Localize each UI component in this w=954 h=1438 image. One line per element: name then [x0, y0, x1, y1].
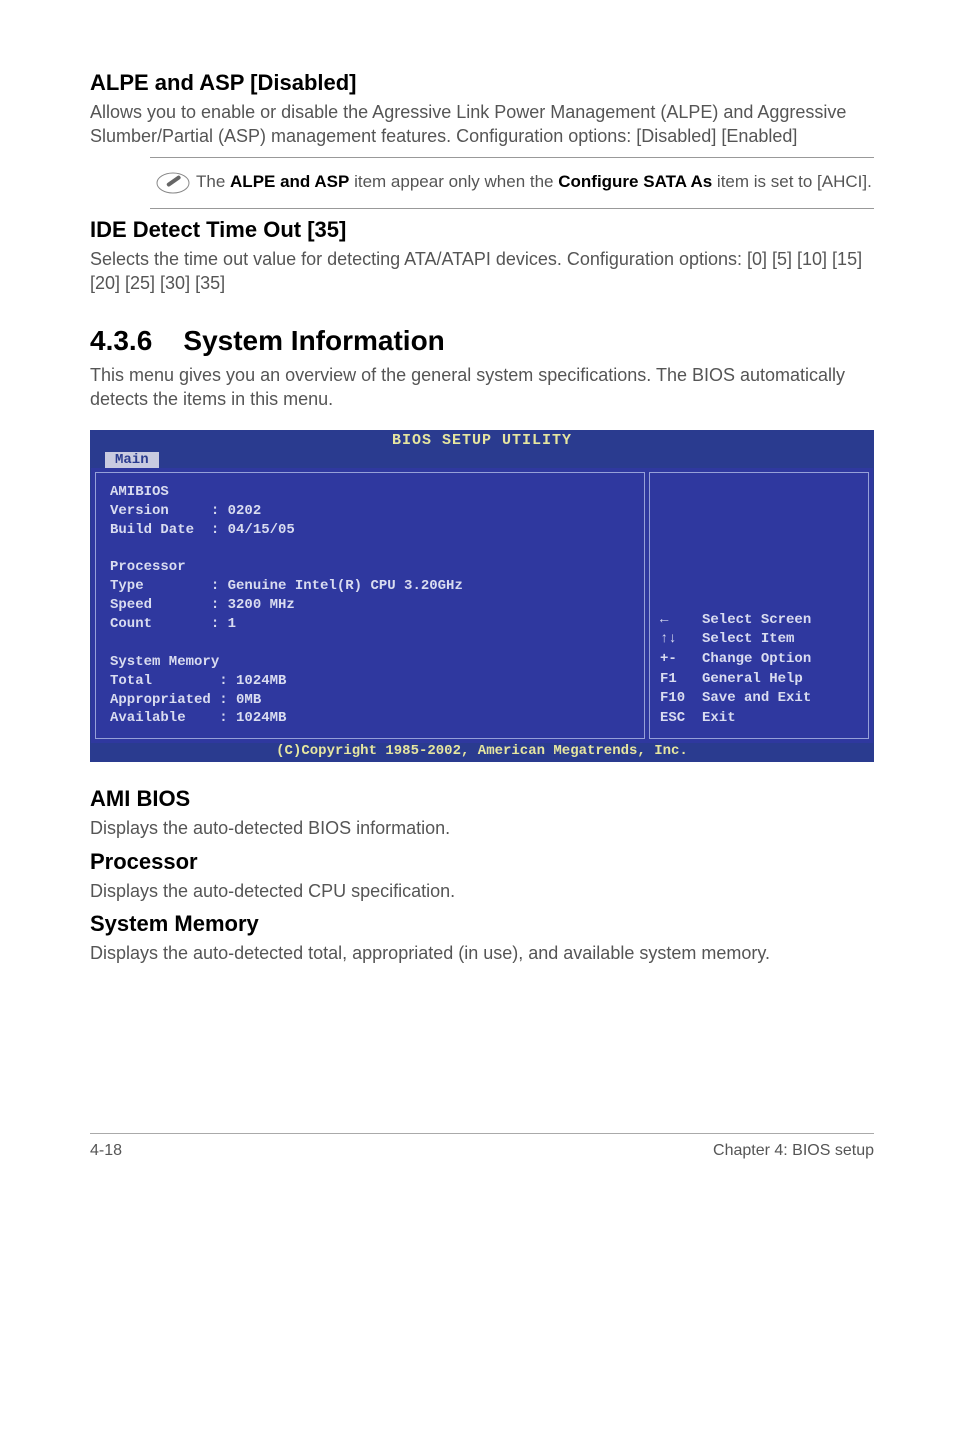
ami-heading: AMI BIOS [90, 786, 874, 812]
ide-heading: IDE Detect Time Out [35] [90, 217, 874, 243]
pencil-icon [150, 166, 196, 200]
processor-heading: Processor [90, 849, 874, 875]
bios-screenshot: BIOS SETUP UTILITY Main AMIBIOS Version … [90, 430, 874, 763]
page-footer: 4-18 Chapter 4: BIOS setup [90, 1133, 874, 1160]
ami-desc: Displays the auto-detected BIOS informat… [90, 816, 874, 840]
bios-tab-main: Main [105, 452, 159, 468]
processor-desc: Displays the auto-detected CPU specifica… [90, 879, 874, 903]
sysmem-heading: System Memory [90, 911, 874, 937]
bios-info-panel: AMIBIOS Version : 0202 Build Date : 04/1… [95, 472, 645, 740]
note-text: The ALPE and ASP item appear only when t… [196, 171, 872, 194]
chapter-label: Chapter 4: BIOS setup [713, 1142, 874, 1160]
section-desc: This menu gives you an overview of the g… [90, 363, 874, 412]
bios-copyright: (C)Copyright 1985-2002, American Megatre… [91, 743, 873, 761]
bios-help-panel: ← Select Screen ↑↓ Select Item +- Change… [649, 472, 869, 740]
bios-title: BIOS SETUP UTILITY [91, 431, 873, 450]
ide-desc: Selects the time out value for detecting… [90, 247, 874, 296]
alpe-desc: Allows you to enable or disable the Agre… [90, 100, 874, 149]
page-number: 4-18 [90, 1142, 122, 1160]
sysmem-desc: Displays the auto-detected total, approp… [90, 941, 874, 965]
section-heading: 4.3.6 System Information [90, 325, 874, 357]
alpe-heading: ALPE and ASP [Disabled] [90, 70, 874, 96]
bios-tab-row: Main [91, 450, 873, 468]
note-box: The ALPE and ASP item appear only when t… [150, 157, 874, 209]
